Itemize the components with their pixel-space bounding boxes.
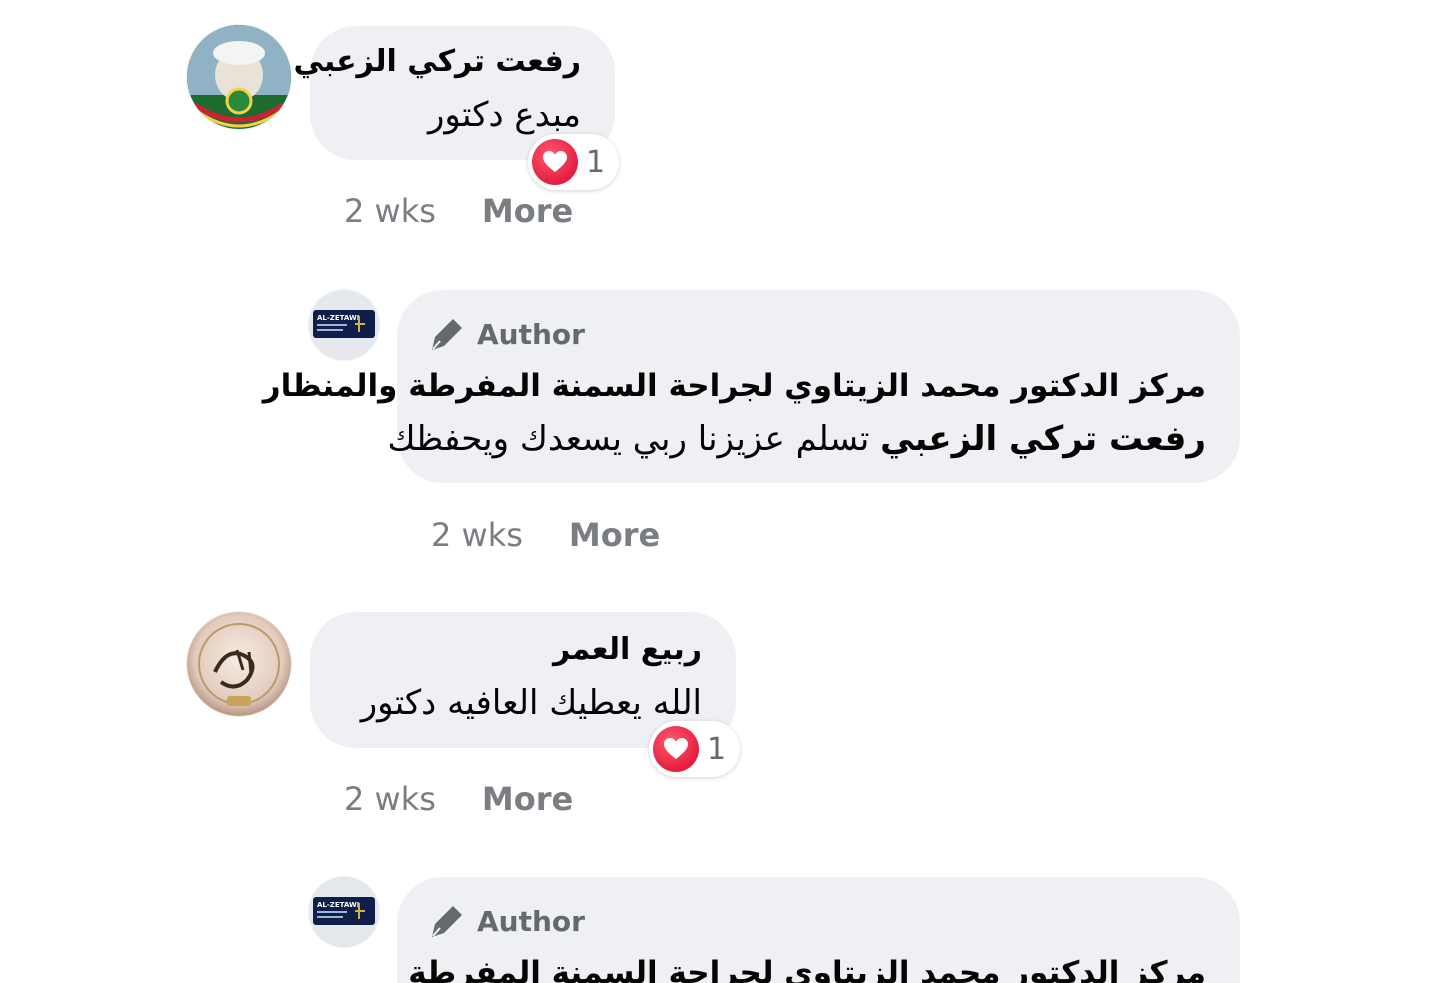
logo-text: AL-ZETAWI — [317, 901, 359, 909]
author-badge: Author — [429, 316, 585, 352]
comment-time[interactable]: 2 wks — [344, 192, 436, 230]
more-button[interactable]: More — [569, 516, 660, 554]
author-label: Author — [477, 317, 585, 351]
comment-meta: 2 wks More — [344, 780, 573, 818]
reply-meta: 2 wks More — [431, 516, 660, 554]
pen-icon — [432, 319, 462, 350]
reply-text-line: رفعت تركي الزعبي تسلم عزيزنا ربي يسعدك و… — [387, 414, 1206, 464]
page-avatar[interactable]: AL-ZETAWI — [309, 877, 379, 947]
page-name[interactable]: مركز الدكتور محمد الزيتاوي لجراحة السمنة… — [263, 366, 1206, 406]
avatar-image — [187, 612, 291, 716]
comment-time[interactable]: 2 wks — [431, 516, 523, 554]
comment-text: مبدع دكتور — [428, 95, 581, 135]
author-label: Author — [477, 904, 585, 938]
logo-text: AL-ZETAWI — [317, 314, 359, 322]
reply-bubble[interactable]: Author مركز الدكتور محمد الزيتاوي لجراحة… — [263, 290, 1240, 483]
page-logo: AL-ZETAWI — [309, 877, 379, 947]
commenter-name[interactable]: ربيع العمر — [344, 630, 702, 670]
comment-meta: 2 wks More — [344, 192, 573, 230]
heart-icon — [532, 139, 578, 185]
page-avatar[interactable]: AL-ZETAWI — [309, 290, 379, 360]
reply-bubble[interactable]: Author مركز الدكتور محمد الزيتاوي لجراحة… — [397, 877, 1240, 983]
more-button[interactable]: More — [482, 780, 573, 818]
page-name[interactable]: مركز الدكتور محمد الزيتاوي لجراحة السمنة… — [397, 953, 1206, 983]
heart-icon — [653, 726, 699, 772]
more-button[interactable]: More — [482, 192, 573, 230]
avatar[interactable] — [187, 612, 291, 716]
reaction-badge[interactable]: 1 — [649, 721, 741, 777]
reaction-count: 1 — [586, 144, 606, 180]
pen-icon — [432, 906, 462, 937]
avatar-image — [187, 25, 291, 129]
reaction-count: 1 — [707, 731, 727, 767]
reply-text: تسلم عزيزنا ربي يسعدك ويحفظك — [387, 419, 870, 459]
author-badge: Author — [429, 903, 585, 939]
commenter-name[interactable]: رفعت تركي الزعبي — [293, 42, 581, 82]
avatar[interactable] — [187, 25, 291, 129]
comment-time[interactable]: 2 wks — [344, 780, 436, 818]
mention-link[interactable]: رفعت تركي الزعبي — [880, 419, 1206, 459]
comment-text: الله يعطيك العافيه دكتور — [360, 683, 702, 723]
page-logo: AL-ZETAWI — [309, 290, 379, 360]
reaction-badge[interactable]: 1 — [528, 134, 620, 190]
